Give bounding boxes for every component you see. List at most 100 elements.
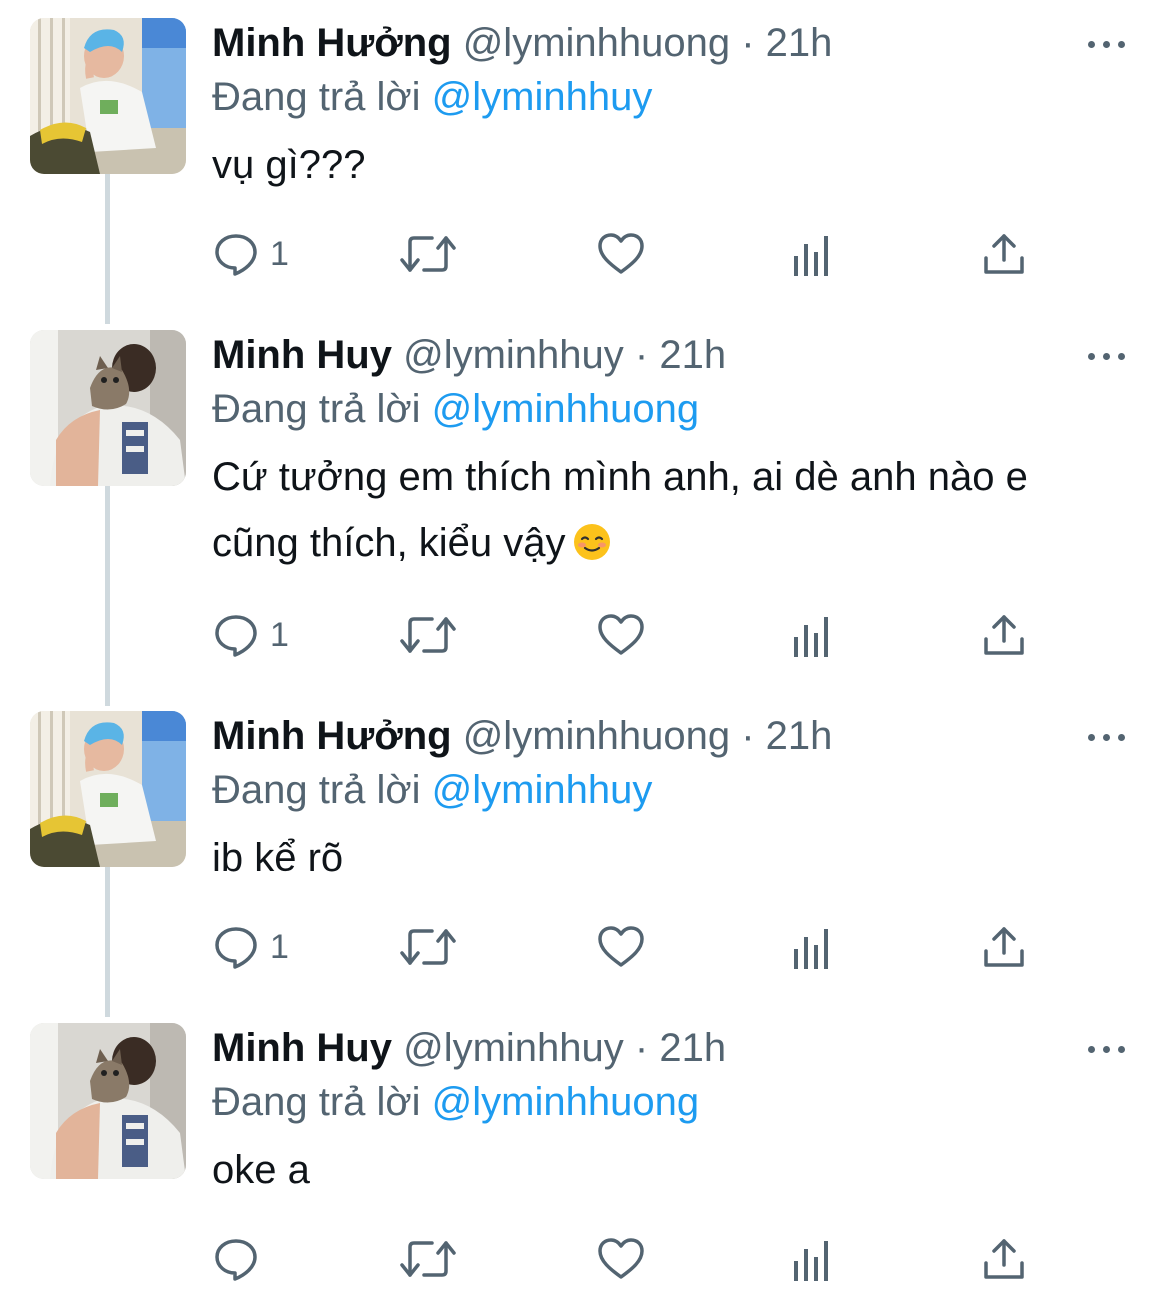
like-button[interactable] <box>596 229 646 279</box>
display-name[interactable]: Minh Hưởng <box>212 714 452 758</box>
reply-button[interactable]: 1 <box>212 922 289 972</box>
more-icon[interactable] <box>1088 34 1128 54</box>
tweet[interactable]: Minh Hưởng @lyminhhuong · 21h Đang trả l… <box>0 0 1170 324</box>
tweet-text-content: Cứ tưởng em thích mình anh, ai dè anh nà… <box>212 455 1028 565</box>
retweet-button[interactable] <box>398 610 458 660</box>
avatar[interactable] <box>30 330 186 486</box>
more-icon[interactable] <box>1088 346 1128 366</box>
views-button[interactable] <box>792 1234 836 1284</box>
tweet-text: ib kể rõ <box>212 836 344 880</box>
share-button[interactable] <box>982 229 1026 279</box>
user-handle[interactable]: @lyminhhuong <box>463 21 730 65</box>
tweet-text: Cứ tưởng em thích mình anh, ai dè anh nà… <box>212 444 1112 576</box>
timestamp[interactable]: · 21h <box>741 714 832 758</box>
like-button[interactable] <box>596 922 646 972</box>
share-button[interactable] <box>982 922 1026 972</box>
mention-link[interactable]: @lyminhhuy <box>432 768 653 812</box>
retweet-icon <box>400 929 456 965</box>
replying-to: Đang trả lời @lyminhhuong <box>212 1078 699 1126</box>
blue-hair-avatar <box>30 711 186 867</box>
retweet-icon <box>400 236 456 272</box>
analytics-icon <box>794 1241 828 1281</box>
user-handle[interactable]: @lyminhhuy <box>403 1026 624 1070</box>
tweet-text: vụ gì??? <box>212 143 366 187</box>
action-bar <box>212 1234 1052 1284</box>
share-button[interactable] <box>982 1234 1026 1284</box>
heart-icon <box>598 926 644 967</box>
cat-avatar <box>30 1023 186 1179</box>
action-bar: 1 <box>212 229 1052 279</box>
mention-link[interactable]: @lyminhhuy <box>432 75 653 119</box>
thread-line <box>105 172 110 324</box>
heart-icon <box>598 1238 644 1279</box>
retweet-button[interactable] <box>398 922 458 972</box>
thread-line <box>105 865 110 1017</box>
display-name[interactable]: Minh Huy <box>212 333 392 377</box>
views-button[interactable] <box>792 610 836 660</box>
reply-button[interactable]: 1 <box>212 229 289 279</box>
reply-count: 1 <box>270 928 289 966</box>
replying-to-label: Đang trả lời <box>212 768 421 812</box>
more-icon[interactable] <box>1088 727 1128 747</box>
reply-icon <box>215 927 257 969</box>
display-name[interactable]: Minh Hưởng <box>212 21 452 65</box>
tweet-header: Minh Huy @lyminhhuy · 21h <box>212 1024 726 1072</box>
thread-line <box>105 484 110 706</box>
reply-count: 1 <box>270 235 289 273</box>
timestamp[interactable]: · 21h <box>635 1026 726 1070</box>
replying-to-label: Đang trả lời <box>212 1080 421 1124</box>
cat-avatar <box>30 330 186 486</box>
display-name[interactable]: Minh Huy <box>212 1026 392 1070</box>
avatar[interactable] <box>30 1023 186 1179</box>
heart-icon <box>598 233 644 274</box>
views-button[interactable] <box>792 229 836 279</box>
mention-link[interactable]: @lyminhhuong <box>432 1080 699 1124</box>
replying-to-label: Đang trả lời <box>212 387 421 431</box>
replying-to-label: Đang trả lời <box>212 75 421 119</box>
tweet-header: Minh Hưởng @lyminhhuong · 21h <box>212 19 832 67</box>
retweet-icon <box>400 617 456 653</box>
analytics-icon <box>794 236 828 276</box>
avatar[interactable] <box>30 18 186 174</box>
reply-icon <box>215 615 257 657</box>
timestamp[interactable]: · 21h <box>635 333 726 377</box>
tweet-header: Minh Huy @lyminhhuy · 21h <box>212 331 726 379</box>
analytics-icon <box>794 929 828 969</box>
action-bar: 1 <box>212 922 1052 972</box>
views-button[interactable] <box>792 922 836 972</box>
more-icon[interactable] <box>1088 1039 1128 1059</box>
mention-link[interactable]: @lyminhhuong <box>432 387 699 431</box>
reply-button[interactable]: 1 <box>212 610 289 660</box>
share-icon <box>984 1239 1024 1279</box>
avatar[interactable] <box>30 711 186 867</box>
like-button[interactable] <box>596 610 646 660</box>
smiling-face-emoji <box>573 524 610 560</box>
share-icon <box>984 615 1024 655</box>
heart-icon <box>598 614 644 655</box>
share-icon <box>984 927 1024 967</box>
reply-button[interactable] <box>212 1234 270 1284</box>
reply-icon <box>215 1239 257 1281</box>
retweet-button[interactable] <box>398 229 458 279</box>
reply-count: 1 <box>270 616 289 654</box>
retweet-icon <box>400 1241 456 1277</box>
tweet[interactable]: Minh Hưởng @lyminhhuong · 21h Đang trả l… <box>0 693 1170 1017</box>
retweet-button[interactable] <box>398 1234 458 1284</box>
user-handle[interactable]: @lyminhhuong <box>463 714 730 758</box>
share-button[interactable] <box>982 610 1026 660</box>
replying-to: Đang trả lời @lyminhhuy <box>212 766 652 814</box>
timestamp[interactable]: · 21h <box>741 21 832 65</box>
share-icon <box>984 234 1024 274</box>
action-bar: 1 <box>212 610 1052 660</box>
reply-icon <box>215 234 257 276</box>
blue-hair-avatar <box>30 18 186 174</box>
like-button[interactable] <box>596 1234 646 1284</box>
tweet-header: Minh Hưởng @lyminhhuong · 21h <box>212 712 832 760</box>
analytics-icon <box>794 617 828 657</box>
replying-to: Đang trả lời @lyminhhuy <box>212 73 652 121</box>
tweet[interactable]: Minh Huy @lyminhhuy · 21h Đang trả lời @… <box>0 1005 1170 1303</box>
tweet-text: oke a <box>212 1148 310 1192</box>
user-handle[interactable]: @lyminhhuy <box>403 333 624 377</box>
replying-to: Đang trả lời @lyminhhuong <box>212 385 699 433</box>
tweet[interactable]: Minh Huy @lyminhhuy · 21h Đang trả lời @… <box>0 312 1170 706</box>
